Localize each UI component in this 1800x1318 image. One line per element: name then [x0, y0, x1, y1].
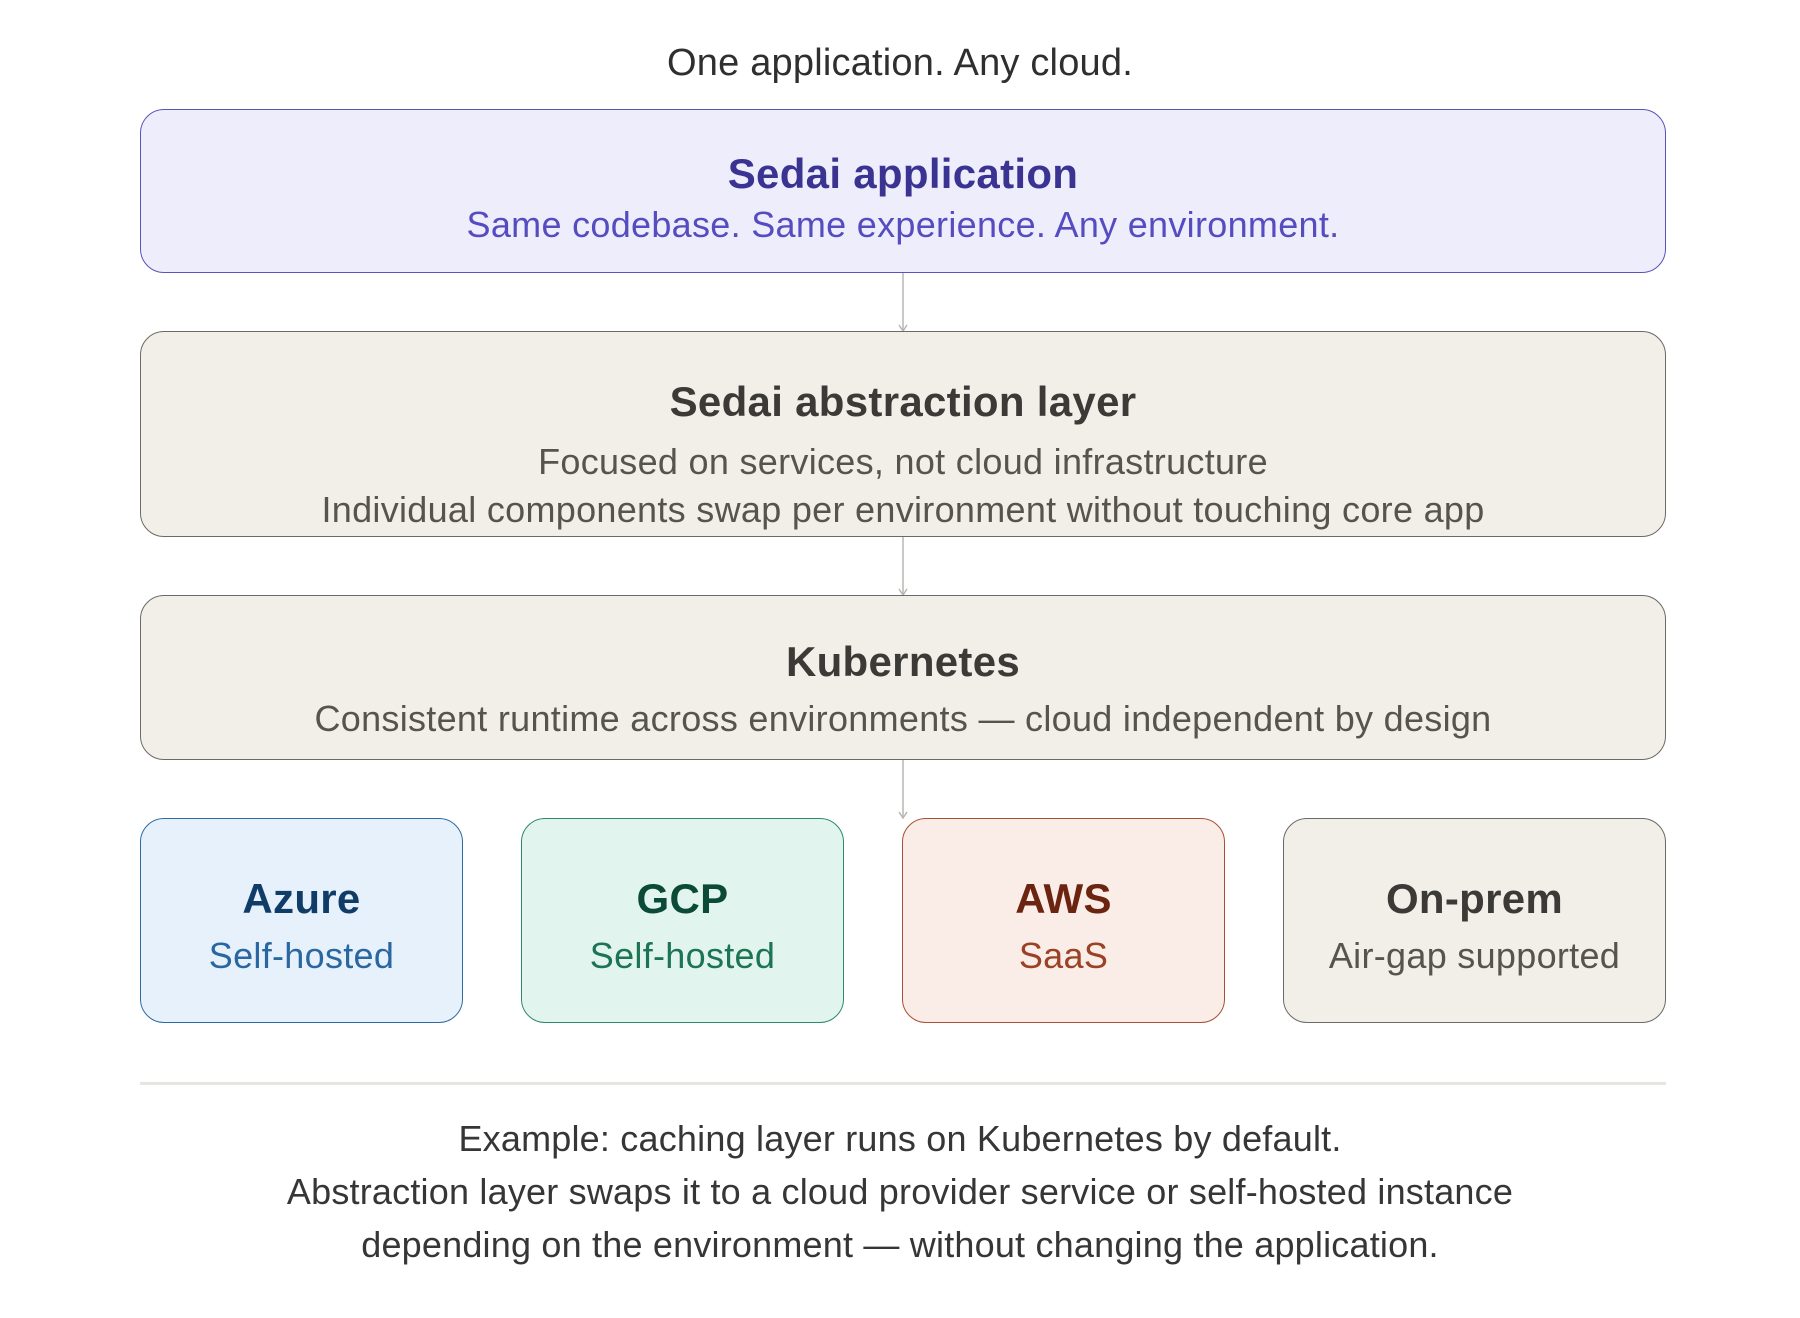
abstraction-layer-line-1: Focused on services, not cloud infrastru…: [538, 441, 1268, 482]
kubernetes-subtitle: Consistent runtime across environments —…: [314, 698, 1492, 739]
cloud-name-azure: Azure: [242, 875, 361, 922]
footer-line-2: Abstraction layer swaps it to a cloud pr…: [286, 1171, 1514, 1212]
cloud-box-on-prem: On-prem Air-gap supported: [1283, 818, 1666, 1023]
application-layer-heading: Sedai application: [727, 150, 1079, 197]
cloud-name-gcp: GCP: [636, 875, 729, 922]
footer-line-3: depending on the environment — without c…: [361, 1224, 1439, 1265]
cloud-name-on-prem: On-prem: [1385, 875, 1564, 922]
cloud-mode-azure: Self-hosted: [208, 935, 395, 976]
application-layer-box: Sedai application Same codebase. Same ex…: [140, 109, 1666, 273]
abstraction-layer-heading: Sedai abstraction layer: [669, 378, 1137, 425]
abstraction-layer-line-2: Individual components swap per environme…: [321, 489, 1485, 530]
kubernetes-heading: Kubernetes: [785, 638, 1021, 685]
cloud-box-azure: Azure Self-hosted: [140, 818, 463, 1023]
footer-line-1: Example: caching layer runs on Kubernete…: [458, 1118, 1342, 1159]
section-divider: [140, 1082, 1666, 1085]
diagram-title: One application. Any cloud.: [667, 42, 1133, 84]
cloud-box-gcp: GCP Self-hosted: [521, 818, 844, 1023]
arrowhead-kubernetes-to-clouds: [898, 811, 908, 820]
application-layer-subtitle: Same codebase. Same experience. Any envi…: [466, 204, 1340, 245]
cloud-box-aws: AWS SaaS: [902, 818, 1225, 1023]
cloud-mode-gcp: Self-hosted: [589, 935, 776, 976]
abstraction-layer-box: Sedai abstraction layer Focused on servi…: [140, 331, 1666, 537]
cloud-mode-on-prem: Air-gap supported: [1328, 935, 1621, 976]
footer-note: Example: caching layer runs on Kubernete…: [0, 1112, 1800, 1271]
kubernetes-layer-box: Kubernetes Consistent runtime across env…: [140, 595, 1666, 760]
cloud-mode-aws: SaaS: [1018, 935, 1109, 976]
cloud-name-aws: AWS: [1015, 875, 1112, 922]
